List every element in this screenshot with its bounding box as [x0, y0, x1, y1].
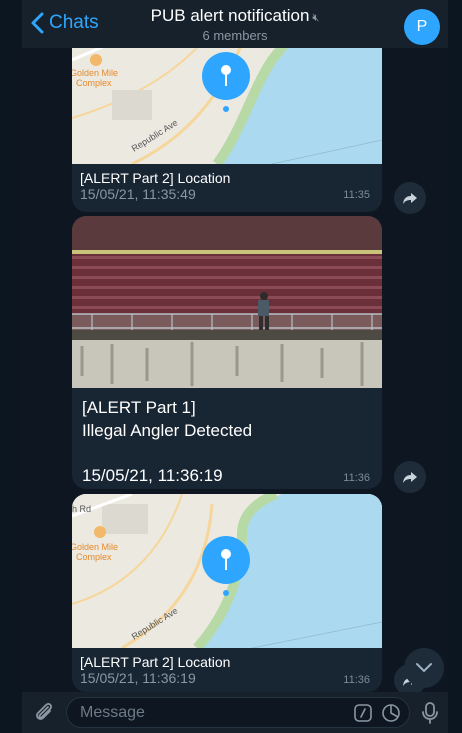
map-label: Complex — [76, 552, 112, 562]
angler-photo[interactable] — [72, 216, 382, 388]
member-count: 6 members — [202, 28, 268, 43]
alert-description: Illegal Angler Detected — [82, 421, 253, 440]
message-time: 11:36 — [343, 472, 370, 484]
microphone-icon[interactable] — [418, 701, 442, 725]
map-label: Golden Mile — [72, 542, 118, 552]
message-composer: Message — [22, 692, 448, 733]
chat-header: Chats PUB alert notification 🔇︎ 6 members… — [22, 0, 448, 48]
chat-title: PUB alert notification — [150, 6, 310, 25]
location-date: 15/05/21, 11:36:19 — [80, 670, 196, 686]
location-message[interactable]: h Rd Golden Mile Complex Republic Ave [A… — [72, 494, 382, 692]
chat-info[interactable]: PUB alert notification 🔇︎ 6 members — [22, 6, 448, 43]
message-time: 11:36 — [343, 674, 370, 686]
muted-icon: 🔇︎ — [312, 12, 320, 24]
message-time: 11:35 — [343, 189, 370, 201]
message-feed[interactable]: Golden Mile Complex Republic Ave [ALERT … — [22, 48, 448, 692]
chevron-down-icon — [416, 663, 432, 673]
location-date: 15/05/21, 11:35:49 — [80, 186, 196, 202]
message-placeholder: Message — [80, 704, 145, 721]
location-title: [ALERT Part 2] Location — [80, 654, 231, 670]
alert-date: 15/05/21, 11:36:19 — [82, 466, 223, 485]
forward-button[interactable] — [394, 461, 426, 493]
map-label: Complex — [76, 78, 112, 88]
location-title: [ALERT Part 2] Location — [80, 170, 231, 186]
photo-message[interactable]: [ALERT Part 1] Illegal Angler Detected 1… — [72, 216, 382, 489]
telegram-chat-screen: Chats PUB alert notification 🔇︎ 6 members… — [22, 0, 448, 733]
group-avatar[interactable]: P — [404, 9, 440, 45]
map-preview[interactable]: h Rd Golden Mile Complex Republic Ave — [72, 494, 382, 648]
map-label: h Rd — [72, 504, 91, 514]
map-preview[interactable]: Golden Mile Complex Republic Ave — [72, 48, 382, 164]
share-arrow-icon — [403, 193, 417, 204]
forward-button[interactable] — [394, 182, 426, 214]
alert-heading: [ALERT Part 1] — [82, 398, 196, 417]
share-arrow-icon — [403, 472, 417, 483]
scroll-to-bottom-button[interactable] — [404, 648, 444, 688]
sticker-icon[interactable] — [381, 703, 401, 723]
paperclip-icon[interactable] — [32, 701, 56, 725]
map-label: Golden Mile — [72, 68, 118, 78]
message-input[interactable]: Message — [66, 697, 410, 728]
bot-command-icon[interactable] — [353, 703, 373, 723]
location-message[interactable]: Golden Mile Complex Republic Ave [ALERT … — [72, 48, 382, 212]
